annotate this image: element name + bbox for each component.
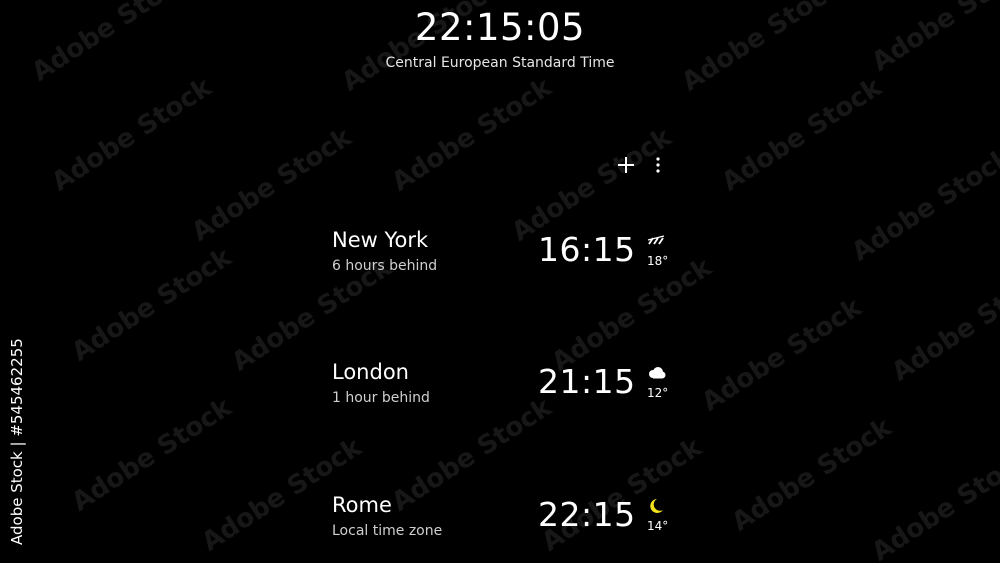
weather-temperature: 12°	[647, 386, 669, 400]
watermark-text: Adobe Stock	[46, 72, 217, 198]
rain-icon	[647, 235, 665, 245]
watermark-text: Adobe Stock	[716, 72, 887, 198]
timezone-label: Central European Standard Time	[385, 55, 615, 71]
weather-temperature: 18°	[647, 254, 669, 268]
city-offset: Local time zone	[332, 523, 443, 539]
weather-temperature: 14°	[647, 519, 669, 533]
city-offset: 6 hours behind	[332, 258, 438, 274]
city-row-new-york[interactable]: New York 6 hours behind 16:15 18°	[320, 224, 680, 294]
watermark-text: Adobe Stock	[696, 292, 867, 418]
city-name: Rome	[332, 493, 392, 517]
city-time: 22:15	[538, 495, 636, 534]
city-time: 16:15	[538, 230, 636, 269]
city-row-london[interactable]: London 1 hour behind 21:15 12°	[320, 356, 680, 426]
watermark-text: Adobe Stock	[66, 392, 237, 518]
watermark-text: Adobe Stock	[866, 442, 1000, 563]
city-row-rome[interactable]: Rome Local time zone 22:15 14°	[320, 489, 680, 559]
add-city-button[interactable]	[613, 152, 639, 178]
watermark-text: Adobe Stock	[886, 262, 1000, 388]
watermark-id: Adobe Stock | #545462255	[8, 338, 26, 545]
plus-icon	[618, 157, 634, 173]
city-name: London	[332, 360, 409, 384]
watermark-text: Adobe Stock	[66, 242, 237, 368]
watermark-text: Adobe Stock	[726, 412, 897, 538]
city-name: New York	[332, 228, 429, 252]
world-clock-screen: Adobe Stock Adobe Stock Adobe Stock Adob…	[0, 0, 1000, 563]
city-time: 21:15	[538, 362, 636, 401]
watermark-text: Adobe Stock	[846, 142, 1000, 268]
watermark-text: Adobe Stock	[386, 72, 557, 198]
more-vertical-icon	[656, 157, 660, 173]
cloud-icon	[649, 367, 666, 379]
moon-icon	[650, 499, 663, 513]
more-options-button[interactable]	[645, 152, 671, 178]
current-time: 22:15:05	[414, 6, 586, 49]
city-offset: 1 hour behind	[332, 390, 430, 406]
